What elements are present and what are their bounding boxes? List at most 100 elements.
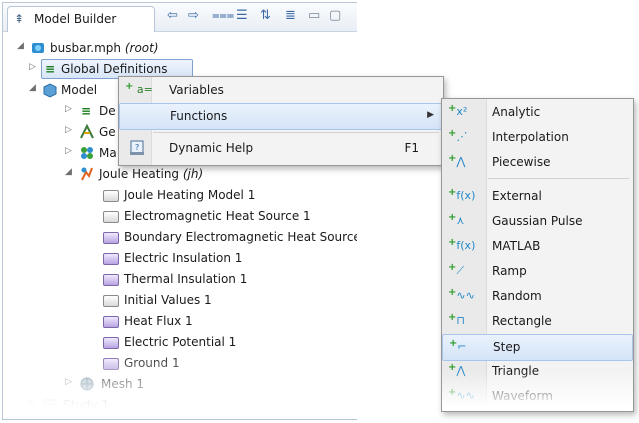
collapse-icon[interactable]: ☰ (236, 8, 248, 23)
tree-node-child[interactable]: Ground 1 (3, 352, 357, 374)
menu-item-label: Rectangle (492, 314, 552, 328)
expand-arrow-icon[interactable]: ▷ (65, 377, 72, 387)
menu-item-ramp[interactable]: +⟋ Ramp (442, 259, 633, 284)
interpolation-icon: +⋰ (448, 128, 468, 143)
geometry-icon (80, 124, 94, 139)
menu-item-label: Gaussian Pulse (492, 214, 583, 228)
model-builder-icon: ⇞ (14, 12, 25, 26)
collapse-arrow-icon[interactable]: ◢ (29, 83, 36, 93)
tree-node-label: Electric Insulation 1 (124, 251, 243, 265)
svg-text:?: ? (135, 143, 139, 152)
menu-item-dynamic-help[interactable]: ? Dynamic Help F1 (119, 136, 443, 161)
tree-node-label: Initial Values 1 (124, 293, 212, 307)
context-menu: + a= Variables Functions ▶ ? Dynamic Hel… (118, 76, 444, 166)
show-icon[interactable]: ⩶ (212, 8, 234, 23)
waveform-icon: +∿∿ (448, 387, 475, 402)
collapse-arrow-icon[interactable]: ◢ (65, 167, 72, 177)
menu-item-external[interactable]: +f(x) External (442, 184, 633, 209)
panel-titlebar: ⇞ Model Builder ⇦ ⇨ ⩶ ☰ ⇅ ≣ ▭ ▢ (3, 3, 357, 32)
menu-item-variables[interactable]: + a= Variables (119, 78, 443, 103)
tree-node-child[interactable]: Heat Flux 1 (3, 310, 357, 332)
tree-node-label: Electromagnetic Heat Source 1 (124, 209, 311, 223)
menu-item-label: Piecewise (492, 155, 551, 169)
menu-item-label: Interpolation (492, 130, 569, 144)
geometry-label: Ge (99, 125, 116, 139)
ramp-icon: +⟋ (448, 262, 465, 277)
boundary-node-icon (103, 334, 119, 350)
menu-item-label: Step (493, 340, 521, 354)
tree-node-child[interactable]: Electric Potential 1 (3, 331, 357, 353)
variables-icon: + a= (125, 81, 153, 96)
boundary-node-icon (103, 355, 119, 371)
expand-arrow-icon[interactable]: ▷ (29, 398, 36, 408)
boundary-node-icon (103, 250, 119, 266)
submenu-arrow-icon: ▶ (427, 110, 434, 120)
tree-node-label: Electric Potential 1 (124, 335, 237, 349)
menu-item-gaussian-pulse[interactable]: +⋏ Gaussian Pulse (442, 209, 633, 234)
study-icon (43, 399, 57, 411)
tree-node-child[interactable]: Joule Heating Model 1 (3, 184, 357, 206)
tree-node-child[interactable]: Thermal Insulation 1 (3, 268, 357, 290)
root-file-icon (32, 43, 44, 53)
study-label: Study 1 (63, 398, 110, 412)
expand-icon[interactable]: ⇅ (260, 8, 271, 23)
boundary-node-icon (103, 313, 119, 329)
model-icon (43, 83, 57, 98)
maximize-icon[interactable]: ▢ (329, 8, 341, 23)
menu-item-label: MATLAB (492, 239, 541, 253)
menu-item-matlab[interactable]: +f(x) MATLAB (442, 234, 633, 259)
materials-icon (81, 147, 93, 159)
menu-item-label: External (492, 189, 542, 203)
model-label: Model (61, 83, 98, 97)
tree-node-child[interactable]: Electric Insulation 1 (3, 247, 357, 269)
back-arrow-icon[interactable]: ⇦ (167, 8, 178, 23)
tree-node-label: Joule Heating Model 1 (124, 188, 256, 202)
tree-node-joule-heating[interactable]: ◢ Joule Heating (jh) (3, 163, 357, 185)
functions-submenu: +x² Analytic +⋰ Interpolation +⋀ Piecewi… (441, 98, 634, 412)
tree-node-label: Thermal Insulation 1 (124, 272, 248, 286)
tree-node-child[interactable]: Boundary Electromagnetic Heat Source (3, 226, 357, 248)
expand-arrow-icon[interactable]: ▷ (65, 146, 72, 156)
menu-item-rectangle[interactable]: +⊓ Rectangle (442, 309, 633, 334)
external-icon: +f(x) (448, 187, 476, 202)
dynamic-help-shortcut: F1 (404, 141, 419, 155)
menu-item-analytic[interactable]: +x² Analytic (442, 100, 633, 125)
menu-item-random[interactable]: +∿∿ Random (442, 284, 633, 309)
model-builder-tab[interactable]: ⇞ Model Builder (7, 6, 155, 32)
menu-item-piecewise[interactable]: +⋀ Piecewise (442, 150, 633, 175)
tree-node-mesh[interactable]: ▷ Mesh 1 (3, 373, 357, 395)
dynamic-help-icon: ? (130, 140, 144, 155)
random-icon: +∿∿ (448, 287, 475, 302)
tree-node-child[interactable]: Initial Values 1 (3, 289, 357, 311)
root-label: busbar.mph (root) (50, 41, 159, 55)
matlab-icon: +f(x) (448, 237, 476, 252)
expand-arrow-icon[interactable]: ▷ (65, 125, 72, 135)
tree-node-child[interactable]: Electromagnetic Heat Source 1 (3, 205, 357, 227)
menu-icon[interactable]: ≣ (285, 8, 296, 23)
menu-item-triangle[interactable]: +⋀ Triangle (442, 359, 633, 384)
menu-item-label: Waveform (492, 389, 553, 403)
menu-item-interpolation[interactable]: +⋰ Interpolation (442, 125, 633, 150)
tab-label: Model Builder (34, 12, 117, 26)
collapse-arrow-icon[interactable]: ◢ (17, 41, 24, 51)
step-icon: +⌐ (449, 338, 467, 353)
menu-item-functions[interactable]: Functions ▶ (119, 103, 443, 130)
tree-node-label: Ground 1 (124, 356, 180, 370)
minimize-icon[interactable]: ▭ (308, 8, 320, 23)
menu-item-waveform[interactable]: +∿∿ Waveform (442, 384, 633, 409)
tree-node-root[interactable]: ◢ busbar.mph (root) (3, 37, 357, 59)
dynamic-help-label: Dynamic Help (169, 141, 254, 155)
piecewise-icon: +⋀ (448, 153, 466, 168)
tree-node-label: Heat Flux 1 (124, 314, 193, 328)
expand-arrow-icon[interactable]: ▷ (29, 62, 36, 72)
menu-item-step[interactable]: +⌐ Step (442, 334, 633, 361)
feature-node-icon (103, 208, 119, 224)
mesh-label: Mesh 1 (101, 377, 145, 391)
menu-item-label: Triangle (492, 364, 540, 378)
menu-item-label: Analytic (492, 105, 541, 119)
forward-arrow-icon[interactable]: ⇨ (188, 8, 199, 23)
tree-node-study[interactable]: ▷ Study 1 (3, 394, 357, 416)
gaussian-pulse-icon: +⋏ (448, 212, 465, 227)
expand-arrow-icon[interactable]: ▷ (65, 104, 72, 114)
mesh-icon (80, 377, 94, 391)
